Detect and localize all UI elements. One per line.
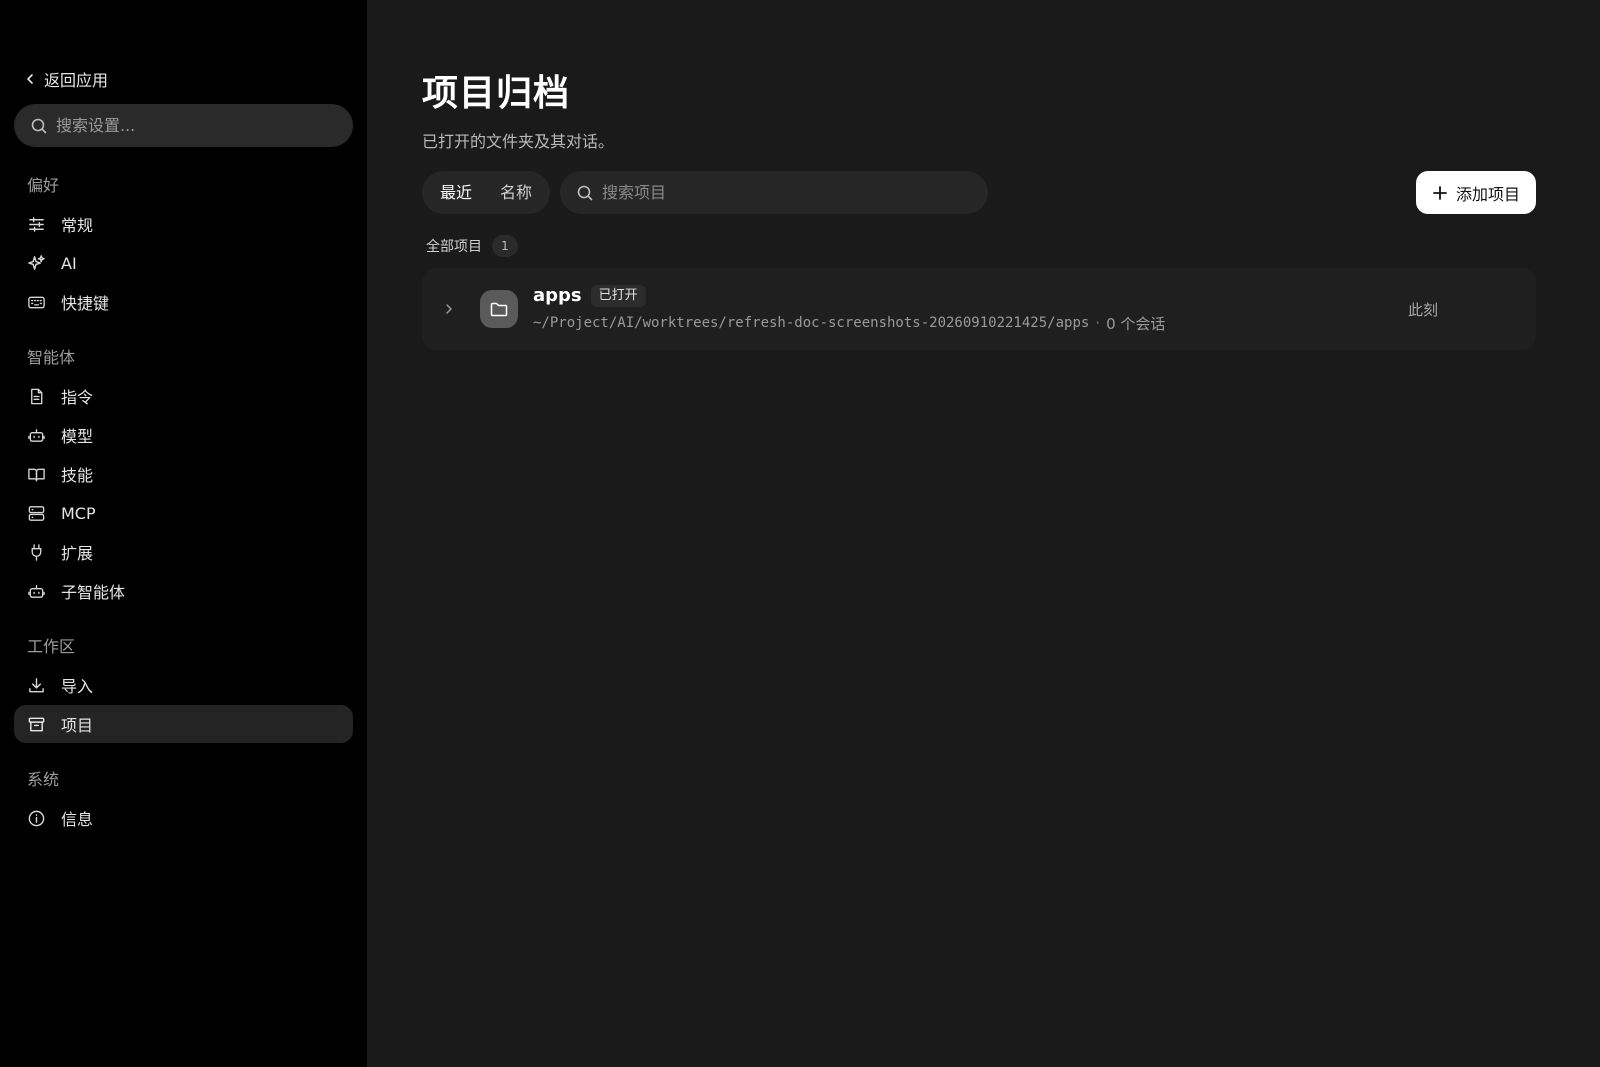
page-title: 项目归档 [422, 73, 571, 114]
sidebar-item-extensions[interactable]: 扩展 [14, 533, 353, 571]
plus-icon [1432, 185, 1448, 201]
bot-icon [27, 582, 46, 601]
settings-window: 返回应用 偏好 常规 AI [0, 0, 1600, 1067]
folder-icon [480, 290, 518, 328]
project-search[interactable] [560, 171, 989, 214]
sidebar-item-ai[interactable]: AI [14, 244, 353, 282]
all-projects-label: 全部项目 [426, 239, 482, 255]
project-search-input[interactable] [602, 183, 963, 202]
search-icon [576, 184, 594, 202]
chevron-left-icon [24, 73, 36, 85]
file-text-icon [27, 387, 46, 406]
sidebar-item-shortcuts[interactable]: 快捷键 [14, 283, 353, 321]
sidebar-item-label: 扩展 [61, 544, 94, 563]
section-title-workspace: 工作区 [27, 637, 76, 656]
server-icon [27, 504, 46, 523]
project-info: apps 已打开 ~/Project/AI/worktrees/refresh-… [533, 284, 1166, 334]
separator-dot: · [1095, 314, 1101, 332]
settings-search[interactable] [14, 104, 353, 147]
sort-recent-tab[interactable]: 最近 [426, 175, 486, 210]
download-icon [27, 676, 46, 695]
sidebar-item-label: 常规 [61, 216, 94, 235]
sort-name-tab[interactable]: 名称 [486, 175, 546, 210]
page-subtitle: 已打开的文件夹及其对话。 [422, 132, 615, 151]
sidebar-item-info[interactable]: 信息 [14, 799, 353, 837]
sidebar-item-import[interactable]: 导入 [14, 666, 353, 704]
sidebar-item-skills[interactable]: 技能 [14, 455, 353, 493]
project-row[interactable]: apps 已打开 ~/Project/AI/worktrees/refresh-… [422, 268, 1536, 350]
last-active-time: 此刻 [1407, 300, 1438, 319]
project-path: ~/Project/AI/worktrees/refresh-doc-scree… [533, 315, 1090, 331]
sort-toggle: 最近 名称 [422, 171, 551, 214]
add-project-label: 添加项目 [1455, 184, 1520, 204]
opened-status-badge: 已打开 [590, 284, 646, 307]
archive-icon [27, 715, 46, 734]
sidebar-item-instructions[interactable]: 指令 [14, 377, 353, 415]
sidebar-item-projects[interactable]: 项目 [14, 705, 353, 743]
project-name: apps [533, 285, 582, 306]
book-open-icon [27, 465, 46, 484]
session-count: 0 个会话 [1106, 314, 1166, 333]
search-icon [30, 117, 48, 135]
sidebar-item-subagents[interactable]: 子智能体 [14, 572, 353, 610]
sidebar-item-label: 指令 [61, 388, 94, 407]
bot-icon [27, 426, 46, 445]
sidebar-item-label: 信息 [61, 810, 94, 829]
sidebar: 返回应用 偏好 常规 AI [0, 0, 367, 1067]
sidebar-item-label: 快捷键 [61, 294, 110, 313]
sidebar-item-label: 子智能体 [61, 583, 126, 602]
sidebar-item-general[interactable]: 常规 [14, 205, 353, 243]
info-icon [27, 809, 46, 828]
project-list-header: 全部项目 1 [422, 234, 1600, 258]
sidebar-item-label: 项目 [61, 716, 94, 735]
sliders-icon [27, 215, 46, 234]
sidebar-item-label: 技能 [61, 466, 94, 485]
section-title-agent: 智能体 [27, 348, 76, 367]
keyboard-icon [27, 293, 46, 312]
project-count-badge: 1 [492, 235, 518, 257]
section-title-system: 系统 [27, 770, 60, 789]
sidebar-item-mcp[interactable]: MCP [14, 494, 353, 532]
sparkles-icon [27, 254, 46, 273]
plug-icon [27, 543, 46, 562]
sidebar-item-label: AI [61, 253, 77, 273]
back-to-app-label: 返回应用 [44, 71, 109, 90]
back-to-app-link[interactable]: 返回应用 [14, 64, 353, 94]
main-content: 项目归档 已打开的文件夹及其对话。 最近 名称 添加项目 全部项目 [367, 0, 1600, 1067]
section-title-preferences: 偏好 [27, 176, 60, 195]
sidebar-item-label: 模型 [61, 427, 94, 446]
sidebar-item-label: 导入 [61, 677, 94, 696]
chevron-right-icon[interactable] [442, 302, 456, 316]
settings-search-input[interactable] [56, 116, 316, 135]
sidebar-item-models[interactable]: 模型 [14, 416, 353, 454]
add-project-button[interactable]: 添加项目 [1416, 171, 1536, 214]
sidebar-item-label: MCP [61, 503, 96, 523]
toolbar: 最近 名称 添加项目 [422, 171, 1536, 214]
